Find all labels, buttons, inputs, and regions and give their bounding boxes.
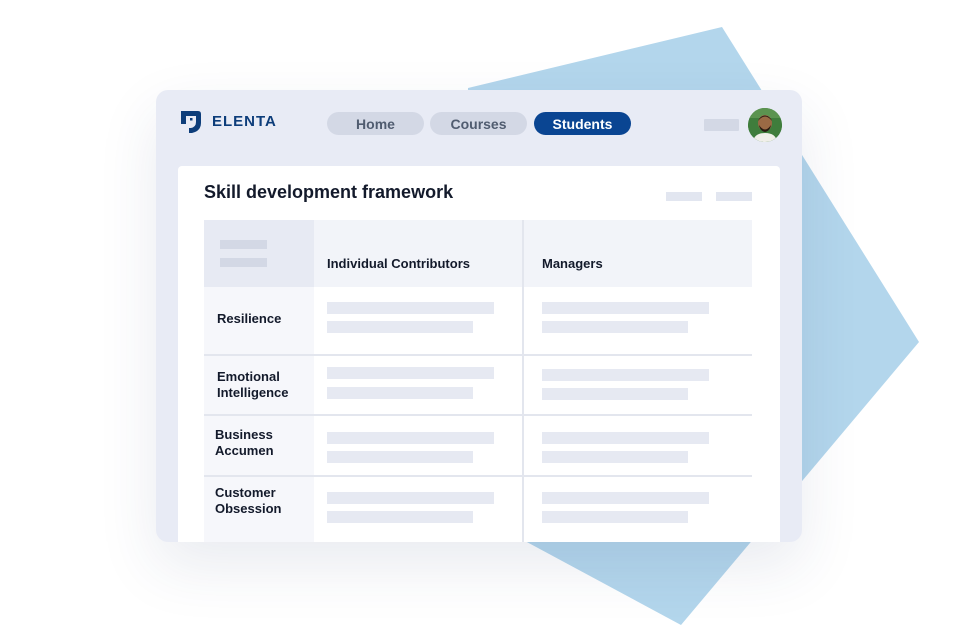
row-divider xyxy=(204,354,752,356)
nav-students[interactable]: Students xyxy=(534,112,631,135)
table-header-corner xyxy=(204,220,314,287)
row-label-resilience: Resilience xyxy=(217,311,282,326)
elenta-logo-icon xyxy=(181,111,201,133)
row-label-business-accumen: Business Accumen xyxy=(215,427,274,458)
cell-placeholder xyxy=(327,432,494,444)
cell-placeholder xyxy=(327,492,494,504)
row-label-emotional-intelligence: Emotional Intelligence xyxy=(217,369,289,400)
cell-placeholder xyxy=(542,388,688,400)
cell-placeholder xyxy=(327,367,494,379)
user-avatar[interactable] xyxy=(748,108,782,142)
row-divider xyxy=(204,414,752,416)
row-label-customer-obsession: Customer Obsession xyxy=(215,485,282,516)
brand-name: ELENTA xyxy=(212,113,277,130)
column-header-individual-contributors: Individual Contributors xyxy=(327,256,470,271)
card-action-placeholder xyxy=(666,192,702,201)
cell-placeholder xyxy=(542,451,688,463)
cell-placeholder xyxy=(327,387,473,399)
cell-placeholder xyxy=(542,432,709,444)
cell-placeholder xyxy=(327,451,473,463)
column-divider xyxy=(522,220,524,542)
column-header-managers: Managers xyxy=(542,256,603,271)
logo[interactable]: ELENTA xyxy=(178,108,277,135)
app-window: ELENTA Home Courses Students Skill devel… xyxy=(156,90,802,542)
cell-placeholder xyxy=(327,302,494,314)
cell-placeholder xyxy=(542,321,688,333)
header-placeholder xyxy=(220,258,267,267)
cell-placeholder xyxy=(542,511,688,523)
cell-placeholder xyxy=(542,369,709,381)
card-action-placeholder xyxy=(716,192,752,201)
avatar-icon xyxy=(748,108,782,142)
nav-home[interactable]: Home xyxy=(327,112,424,135)
header-placeholder xyxy=(704,119,739,131)
framework-table: Individual Contributors Managers Resilie… xyxy=(204,220,752,542)
nav-courses[interactable]: Courses xyxy=(430,112,527,135)
framework-card: Skill development framework Individual C… xyxy=(178,166,780,542)
cell-placeholder xyxy=(542,492,709,504)
header-placeholder xyxy=(220,240,267,249)
cell-placeholder xyxy=(542,302,709,314)
card-title: Skill development framework xyxy=(204,182,454,202)
stage: ELENTA Home Courses Students Skill devel… xyxy=(0,0,960,636)
cell-placeholder xyxy=(327,511,473,523)
cell-placeholder xyxy=(327,321,473,333)
row-divider xyxy=(204,475,752,477)
